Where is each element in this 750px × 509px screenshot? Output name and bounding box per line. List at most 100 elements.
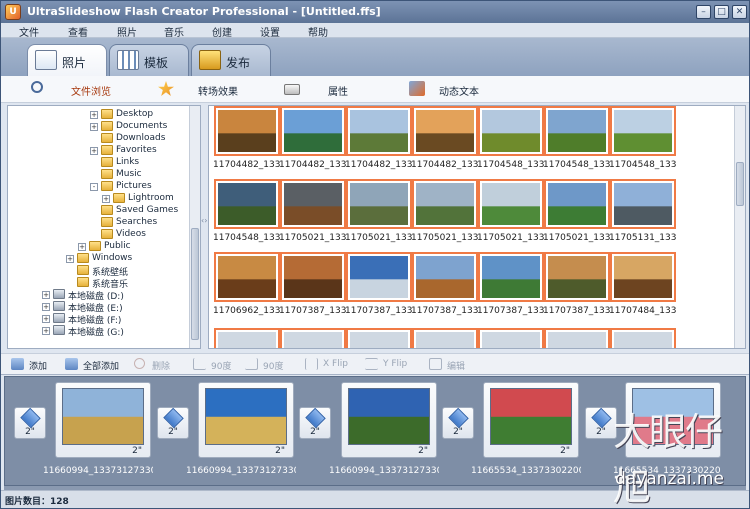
photo-thumbnail-image — [482, 183, 540, 225]
photo-thumbnail-image — [416, 332, 474, 348]
photo-thumbnail[interactable] — [214, 179, 280, 229]
transition-slot[interactable]: 2" — [14, 407, 46, 439]
transition-slot[interactable]: 2" — [157, 407, 189, 439]
tree-expander-icon[interactable]: + — [102, 195, 110, 203]
photo-thumbnail-image — [218, 110, 276, 152]
tree-expander-icon[interactable]: + — [90, 147, 98, 155]
photo-thumbnail[interactable] — [610, 252, 676, 302]
tree-expander-icon[interactable]: - — [90, 183, 98, 191]
photo-thumbnail-image — [218, 256, 276, 298]
folder-icon — [77, 253, 89, 263]
thumbnail-grid[interactable]: 11704482_133...11704482_133...11704482_1… — [208, 105, 746, 349]
tree-expander-icon[interactable]: + — [66, 255, 74, 263]
photo-thumbnail[interactable] — [478, 328, 544, 348]
menu-photo[interactable]: 照片 — [117, 24, 137, 39]
photo-thumbnail[interactable] — [478, 179, 544, 229]
photo-thumbnail[interactable] — [280, 179, 346, 229]
photo-thumbnail[interactable] — [610, 328, 676, 348]
photo-thumbnail[interactable] — [346, 179, 412, 229]
transition-duration: 2" — [25, 427, 35, 437]
storyboard-slide-caption: 11660994_1337312733007 — [43, 466, 153, 476]
menu-help[interactable]: 帮助 — [308, 24, 328, 39]
storyboard-slide-image — [490, 388, 572, 445]
file-browse-label: 文件浏览 — [71, 87, 111, 98]
storyboard-slide[interactable]: 2" — [198, 382, 294, 458]
transition-icon — [448, 407, 469, 429]
tab-template[interactable]: 模板 — [109, 44, 189, 76]
delete-icon — [134, 358, 145, 369]
tree-scrollbar-thumb[interactable] — [191, 228, 199, 340]
maximize-button[interactable]: □ — [714, 5, 729, 19]
tree-expander-icon[interactable]: + — [42, 327, 50, 335]
menu-create[interactable]: 创建 — [212, 24, 232, 39]
grid-scrollbar[interactable] — [734, 106, 745, 348]
photo-thumbnail[interactable] — [544, 106, 610, 156]
photo-thumbnail[interactable] — [478, 106, 544, 156]
photo-thumbnail[interactable] — [412, 328, 478, 348]
photo-thumbnail[interactable] — [346, 106, 412, 156]
panel-splitter[interactable]: ‹› — [201, 216, 207, 228]
folder-tree[interactable]: + Desktop + Documents Downloads + Favorites Lin… — [7, 105, 201, 349]
photo-thumbnail[interactable] — [544, 328, 610, 348]
storyboard-slide-image — [62, 388, 144, 445]
watermark-brand-en: dayanzai.me — [615, 469, 724, 489]
photo-thumbnail-image — [548, 256, 606, 298]
menu-music[interactable]: 音乐 — [164, 24, 184, 39]
photo-thumbnail[interactable] — [412, 179, 478, 229]
photo-thumbnail[interactable] — [280, 106, 346, 156]
tree-expander-icon[interactable]: + — [78, 243, 86, 251]
photo-thumbnail[interactable] — [412, 106, 478, 156]
slide-duration: 2" — [560, 446, 570, 456]
transition-slot[interactable]: 2" — [442, 407, 474, 439]
transition-icon — [591, 407, 612, 429]
photo-thumbnail[interactable] — [280, 252, 346, 302]
favorites-folder-icon — [101, 145, 113, 155]
tree-expander-icon[interactable]: + — [90, 111, 98, 119]
tab-publish[interactable]: 发布 — [191, 44, 271, 76]
photo-thumbnail[interactable] — [214, 252, 280, 302]
photo-thumbnail[interactable] — [412, 252, 478, 302]
tab-publish-label: 发布 — [226, 56, 251, 70]
main-tab-strip: 照片 模板 发布 — [1, 38, 749, 77]
properties-label: 属性 — [328, 87, 348, 98]
photo-thumbnail[interactable] — [478, 252, 544, 302]
menu-file[interactable]: 文件 — [19, 24, 39, 39]
photo-thumbnail[interactable] — [610, 106, 676, 156]
photo-thumbnail-image — [350, 256, 408, 298]
photo-thumbnail[interactable] — [214, 106, 280, 156]
grid-scrollbar-thumb[interactable] — [736, 162, 744, 206]
photo-thumbnail[interactable] — [346, 252, 412, 302]
storyboard-slide[interactable]: 2" — [483, 382, 579, 458]
tree-expander-icon[interactable]: + — [42, 291, 50, 299]
menu-view[interactable]: 查看 — [68, 24, 88, 39]
tree-expander-icon[interactable]: + — [42, 315, 50, 323]
photo-thumbnail[interactable] — [214, 328, 280, 348]
videos-folder-icon — [101, 229, 113, 239]
transition-slot[interactable]: 2" — [299, 407, 331, 439]
menu-settings[interactable]: 设置 — [260, 24, 280, 39]
photo-thumbnail-image — [482, 332, 540, 348]
tab-photo[interactable]: 照片 — [27, 44, 107, 77]
photo-thumbnail[interactable] — [280, 328, 346, 348]
storyboard-slide-image — [205, 388, 287, 445]
photo-thumbnail[interactable] — [544, 252, 610, 302]
transition-icon — [163, 407, 184, 429]
storyboard-slide[interactable]: 2" — [341, 382, 437, 458]
storyboard-slide-image — [348, 388, 430, 445]
drive-icon — [53, 313, 65, 323]
tab-photo-label: 照片 — [62, 56, 87, 70]
tree-scrollbar[interactable] — [189, 106, 200, 348]
close-button[interactable]: ✕ — [732, 5, 747, 19]
tree-expander-icon[interactable]: + — [90, 123, 98, 131]
photo-thumbnail[interactable] — [346, 328, 412, 348]
photo-thumbnail-caption: 11707387_133... — [411, 306, 479, 316]
saved-games-folder-icon — [101, 205, 113, 215]
photo-thumbnail[interactable] — [544, 179, 610, 229]
photo-thumbnail-image — [416, 183, 474, 225]
storyboard-slide[interactable]: 2" — [55, 382, 151, 458]
minimize-button[interactable]: – — [696, 5, 711, 19]
photo-thumbnail-image — [350, 183, 408, 225]
tree-expander-icon[interactable]: + — [42, 303, 50, 311]
photo-thumbnail[interactable] — [610, 179, 676, 229]
photo-thumbnail-caption: 11707484_133... — [609, 306, 677, 316]
